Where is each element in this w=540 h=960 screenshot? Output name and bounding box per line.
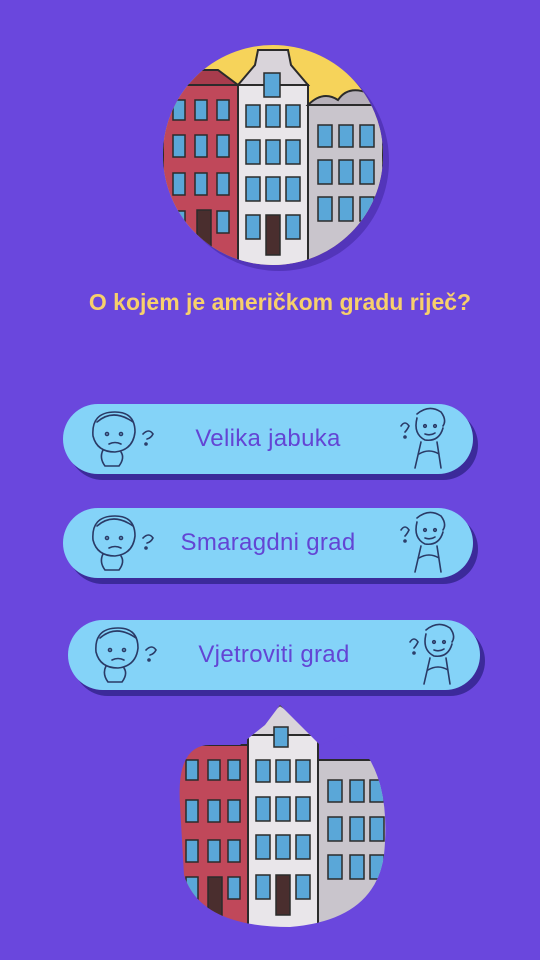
buildings-illustration-top <box>163 45 383 265</box>
buildings-illustration-bottom <box>170 705 390 930</box>
answer-option-velika-jabuka[interactable]: Velika jabuka <box>63 404 473 474</box>
answer-label: Velika jabuka <box>195 425 341 452</box>
answer-label: Smaragdni grad <box>180 529 356 556</box>
buildings-icon <box>179 705 386 927</box>
answer-label: Vjetroviti grad <box>198 641 350 668</box>
question-text: O kojem je američkom gradu riječ? <box>88 289 472 315</box>
buildings-icon <box>163 49 383 265</box>
answer-option-smaragdni-grad[interactable]: Smaragdni grad <box>63 508 473 578</box>
answer-option-vjetroviti-grad[interactable]: Vjetroviti grad <box>68 620 480 690</box>
